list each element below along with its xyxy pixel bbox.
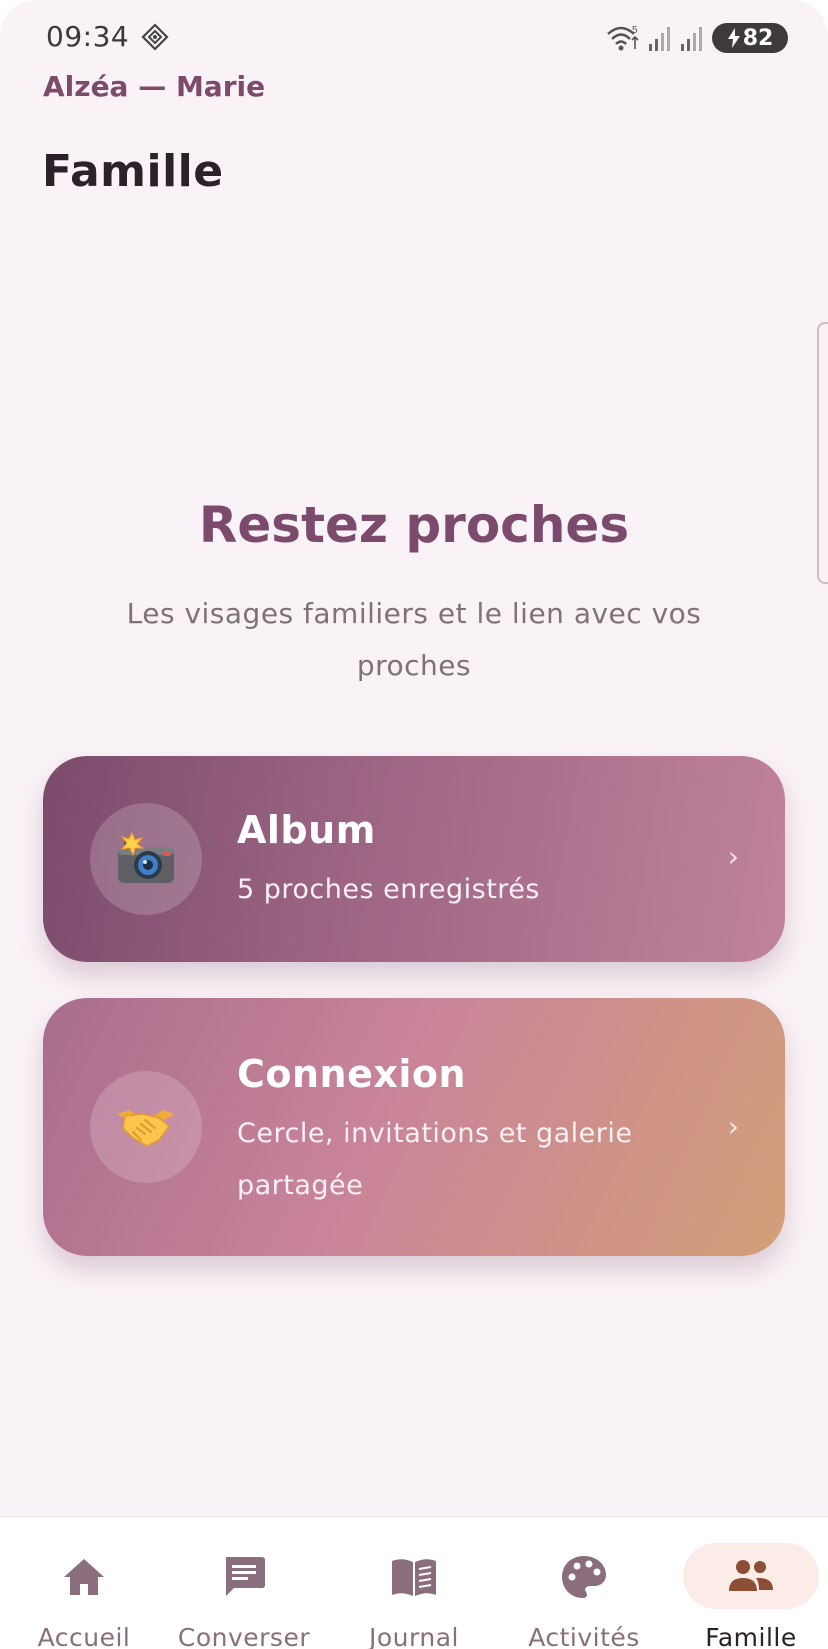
book-icon [392, 1559, 436, 1596]
page-title: Famille [42, 146, 224, 197]
chevron-right-icon: › [727, 1110, 739, 1143]
bottom-navigation: Accueil Converser Journal Activités Fami… [0, 1516, 828, 1649]
connexion-card-title: Connexion [237, 1052, 467, 1096]
battery-indicator: 82 [712, 23, 788, 53]
nav-label-famille: Famille [705, 1623, 797, 1649]
status-time: 09:34 [46, 20, 130, 53]
nav-item-accueil[interactable]: Accueil [0, 1517, 168, 1649]
nav-item-famille[interactable]: Famille [667, 1517, 828, 1649]
handshake-icon [117, 1110, 175, 1147]
chevron-right-icon: › [727, 840, 739, 873]
nav-item-journal[interactable]: Journal [330, 1517, 498, 1649]
charging-bolt-icon [727, 28, 740, 48]
home-icon [64, 1559, 104, 1595]
status-indicators: 5 82 [606, 22, 788, 54]
notification-diamond-icon [141, 23, 169, 51]
album-card-description: 5 proches enregistrés [237, 874, 540, 905]
hero-title: Restez proches [198, 496, 630, 554]
album-card[interactable]: Album 5 proches enregistrés › [43, 756, 785, 962]
people-icon [729, 1560, 773, 1591]
signal-icon-secondary [681, 27, 702, 51]
chat-icon [226, 1557, 265, 1596]
battery-level: 82 [742, 25, 774, 51]
nav-item-activites[interactable]: Activités [500, 1517, 668, 1649]
nav-label-activites: Activités [528, 1623, 640, 1649]
connexion-card[interactable]: Connexion Cercle, invitations et galerie… [43, 998, 785, 1256]
album-card-title: Album [237, 808, 376, 852]
nav-label-journal: Journal [369, 1623, 459, 1649]
camera-with-flash-icon [118, 831, 174, 883]
wifi-icon: 5 [607, 25, 639, 51]
album-icon-container [90, 803, 202, 915]
nav-label-converser: Converser [177, 1623, 311, 1649]
hero-subtitle: Les visages familiers et le lien avec vo… [126, 597, 702, 682]
status-bar: 09:34 5 82 [0, 0, 828, 76]
signal-icon [649, 27, 670, 51]
nav-item-converser[interactable]: Converser [160, 1517, 328, 1649]
app-screen: 09:34 5 82 Alzéa — Marie Famille Restez … [0, 0, 828, 1649]
nav-label-accueil: Accueil [37, 1623, 131, 1649]
wifi-badge: 5 [632, 25, 638, 36]
palette-icon [562, 1556, 606, 1598]
app-user-label: Alzéa — Marie [43, 70, 266, 103]
connexion-icon-container [90, 1071, 202, 1183]
connexion-card-description: Cercle, invitations et galerie partagée [237, 1118, 633, 1201]
